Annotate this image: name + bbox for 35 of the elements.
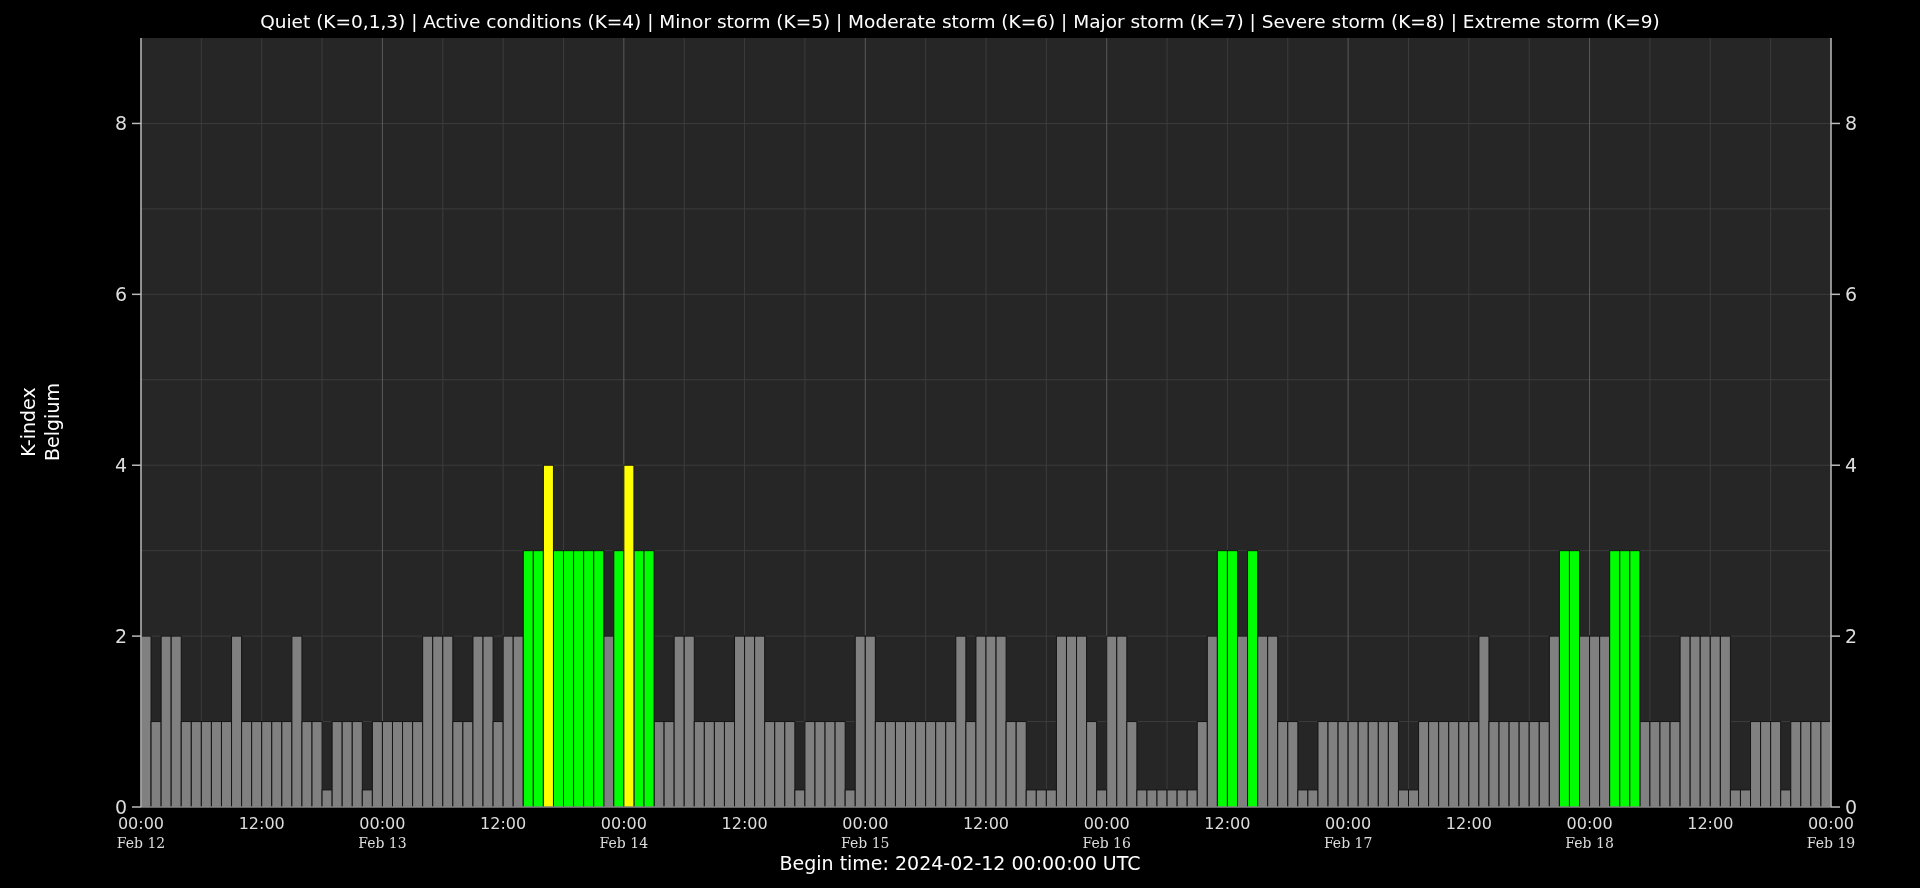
tick-label: 12:00: [480, 814, 527, 833]
tick-label: Feb 13: [358, 835, 407, 851]
tick-label: 00:00: [842, 814, 889, 833]
axis-label: Belgium: [41, 383, 63, 461]
tick-label: Feb 18: [1565, 835, 1614, 851]
chart-title: Quiet (K=0,1,3) | Active conditions (K=4) | Minor storm (K=5) | Moderate storm (K=6) | Major storm (K=7) | Severe storm (K=8) | Extreme storm (K=9): [260, 11, 1660, 32]
bar: [1035, 789, 1047, 808]
tick-label: Feb 16: [1082, 835, 1131, 851]
tick-label: 4: [1845, 454, 1858, 477]
tick-label: 00:00: [1083, 814, 1130, 833]
tick-label: 12:00: [1445, 814, 1492, 833]
tick-label: 00:00: [1566, 814, 1613, 833]
tick-label: 8: [114, 112, 127, 135]
tick-label: 2: [114, 625, 127, 648]
tick-label: 12:00: [721, 814, 768, 833]
tick-label: 2: [1845, 625, 1858, 648]
tick-label: 6: [1845, 283, 1858, 306]
axis-label: Begin time: 2024-02-12 00:00:00 UTC: [779, 852, 1141, 874]
tick-label: Feb 19: [1806, 835, 1856, 851]
tick-label: 00:00: [359, 814, 406, 833]
tick-label: Feb 12: [116, 835, 166, 851]
tick-label: 12:00: [1687, 814, 1734, 833]
tick-label: 4: [114, 454, 127, 477]
tick-label: 12:00: [238, 814, 285, 833]
tick-label: 00:00: [1325, 814, 1372, 833]
tick-label: Feb 17: [1323, 835, 1373, 851]
tick-label: Feb 14: [599, 835, 649, 851]
bar: [1176, 789, 1188, 808]
tick-label: 00:00: [600, 814, 647, 833]
axis-label: K-index: [17, 387, 39, 457]
tick-label: 8: [1845, 112, 1858, 135]
tick-label: Feb 15: [841, 835, 890, 851]
tick-label: 12:00: [962, 814, 1010, 833]
tick-label: 6: [114, 283, 127, 306]
tick-label: 12:00: [1204, 814, 1251, 833]
